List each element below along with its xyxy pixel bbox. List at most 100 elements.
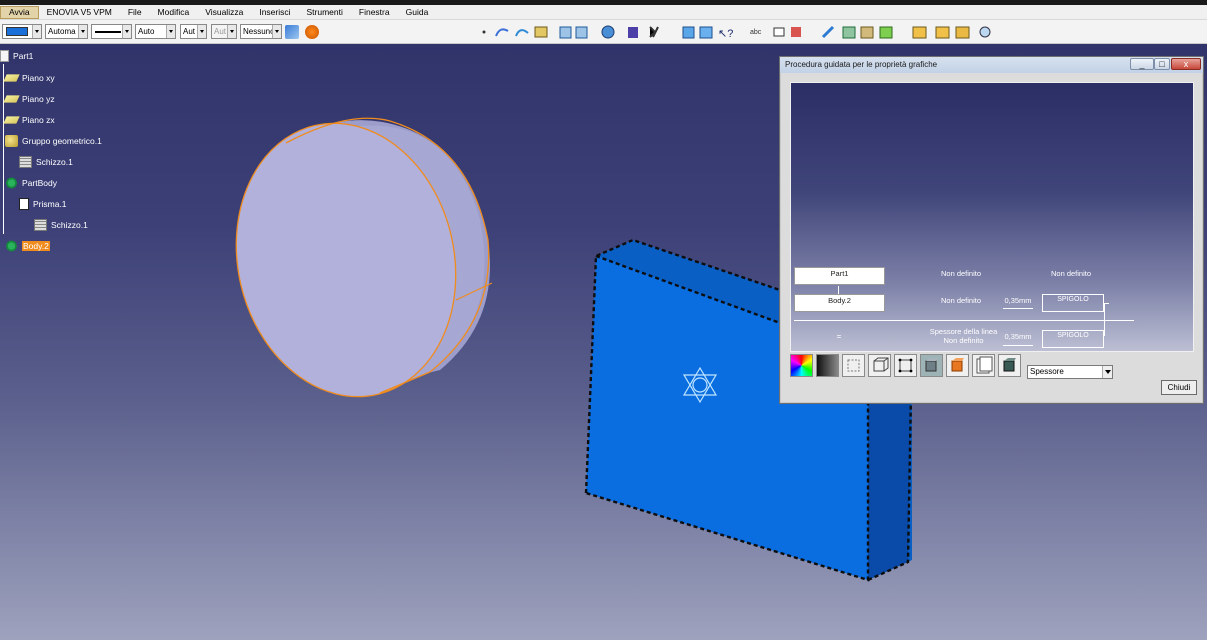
annotation-icon — [773, 27, 785, 37]
dot-icon — [482, 30, 486, 34]
painter-icon[interactable] — [285, 25, 299, 39]
transparency-combo[interactable]: Automa — [45, 24, 88, 39]
layer-value: Nessuno — [243, 27, 275, 36]
point-property-button[interactable] — [894, 354, 917, 377]
chevron-down-icon — [227, 25, 236, 38]
points-cube-icon — [898, 358, 913, 373]
tree-node-partbody[interactable]: PartBody — [5, 175, 57, 191]
edge-box-1[interactable]: SPIGOLO — [1042, 294, 1104, 312]
menu-enovia[interactable]: ENOVIA V5 VPM — [39, 5, 120, 20]
thickness-underline — [1003, 345, 1033, 346]
graphic-properties-wizard-dialog: Procedura guidata per le proprietà grafi… — [779, 56, 1204, 404]
tree-node-plane-xy[interactable]: Piano xy — [3, 70, 55, 86]
tree-label: Gruppo geometrico.1 — [22, 136, 102, 146]
layers-icon — [976, 356, 993, 374]
tree-label: Schizzo.1 — [51, 220, 88, 230]
specification-tree: Part1 Piano xy Piano yz Piano zx Gruppo … — [0, 46, 200, 266]
color-property-button[interactable] — [790, 354, 813, 377]
plane-icon — [3, 74, 20, 82]
spell-icon: abc — [750, 29, 762, 36]
menu-inserisci[interactable]: Inserisci — [251, 5, 298, 20]
zoom-in-icon — [559, 26, 572, 39]
tree-node-plane-yz[interactable]: Piano yz — [3, 91, 55, 107]
chevron-down-icon — [272, 25, 281, 38]
tree-label: Schizzo.1 — [36, 157, 73, 167]
menu-finestra[interactable]: Finestra — [351, 5, 398, 20]
geometric-set-icon — [5, 135, 18, 147]
line-weight-property-button[interactable] — [868, 354, 891, 377]
wire-cube-icon — [873, 357, 889, 372]
edge-box-2[interactable]: SPIGOLO — [1042, 330, 1104, 348]
property-select[interactable]: Spessore — [1027, 365, 1113, 379]
color-combo[interactable] — [2, 24, 42, 39]
trim-icon — [955, 26, 970, 39]
close-window-button[interactable]: x — [1171, 58, 1201, 70]
body-thickness-value: 0,35mm — [1004, 296, 1032, 305]
edge-connector — [1104, 303, 1109, 304]
tree-node-body2[interactable]: Body.2 — [5, 238, 50, 254]
line-type-value: Auto — [138, 27, 155, 36]
minimize-button[interactable]: _ — [1130, 58, 1154, 70]
body-box[interactable]: Body.2 — [794, 294, 885, 312]
property-preview-area: Part1 Body.2 Non definito Non definito N… — [790, 82, 1194, 352]
graphic-properties-toolbar: Automa Auto Aut Aut Nessuno ↖? abc — [0, 20, 1207, 44]
part-box[interactable]: Part1 — [794, 267, 885, 285]
point-symbol-value: Aut — [183, 27, 196, 36]
body-color-value: Non definito — [940, 296, 982, 305]
rendering-style-combo[interactable]: Aut — [211, 24, 237, 39]
tree-connector — [838, 286, 839, 294]
line-thickness-combo[interactable] — [91, 24, 132, 39]
tree-node-plane-zx[interactable]: Piano zx — [3, 112, 55, 128]
menu-visualizza[interactable]: Visualizza — [197, 5, 251, 20]
chevron-down-icon — [78, 25, 87, 38]
thickness-underline — [1003, 308, 1033, 309]
layer-combo[interactable]: Nessuno — [240, 24, 282, 39]
tree-node-sketch[interactable]: Schizzo.1 — [19, 154, 73, 170]
line-type-combo[interactable]: Auto — [135, 24, 176, 39]
tree-connector — [3, 64, 4, 234]
transparency-property-button[interactable] — [816, 354, 839, 377]
menu-file[interactable]: File — [120, 5, 150, 20]
part-edge-value: Non definito — [1050, 269, 1092, 278]
menu-avvia[interactable]: Avvia — [0, 5, 39, 19]
iso-view-icon — [682, 26, 695, 39]
dashed-cube-icon — [847, 359, 860, 372]
tree-label: Piano yz — [22, 94, 55, 104]
tree-node-part[interactable]: Part1 — [0, 48, 33, 64]
help-icon: ↖? — [718, 28, 733, 40]
body-gear-icon — [5, 177, 18, 189]
thickness-property-button[interactable] — [920, 354, 943, 377]
part-color-value: Non definito — [940, 269, 982, 278]
prism-icon — [19, 198, 29, 210]
tree-label: Piano zx — [22, 115, 55, 125]
multi-view-icon — [628, 27, 638, 38]
chevron-down-icon — [197, 25, 206, 38]
layer-property-button[interactable] — [972, 354, 995, 377]
format-painter-icon[interactable] — [305, 25, 319, 39]
tree-node-prism[interactable]: Prisma.1 — [19, 196, 67, 212]
dialog-titlebar[interactable]: Procedura guidata per le proprietà grafi… — [780, 57, 1203, 73]
tree-node-sketch-2[interactable]: Schizzo.1 — [34, 217, 88, 233]
split-icon — [935, 26, 950, 39]
shaded-cube-icon — [925, 358, 938, 372]
point-symbol-combo[interactable]: Aut — [180, 24, 207, 39]
menu-modifica[interactable]: Modifica — [150, 5, 198, 20]
material-property-button[interactable] — [946, 354, 969, 377]
close-button[interactable]: Chiudi — [1161, 380, 1197, 395]
line-thickness-value: Non definito — [943, 336, 984, 345]
effective-thickness-value: 0,35mm — [1004, 332, 1032, 341]
line-thickness-label: Spessore della linea — [929, 327, 998, 336]
color-swatch — [6, 27, 28, 36]
menu-strumenti[interactable]: Strumenti — [299, 5, 351, 20]
tree-label: PartBody — [22, 178, 57, 188]
pen-icon — [821, 25, 835, 39]
tree-node-geometric-set[interactable]: Gruppo geometrico.1 — [5, 133, 102, 149]
part-icon — [0, 50, 9, 62]
render-property-button[interactable] — [998, 354, 1021, 377]
line-swatch — [95, 31, 121, 33]
dark-cube-icon — [1003, 358, 1016, 372]
line-type-property-button[interactable] — [842, 354, 865, 377]
hide-show-icon — [649, 26, 659, 38]
menu-guida[interactable]: Guida — [398, 5, 437, 20]
maximize-button[interactable]: □ — [1154, 58, 1170, 70]
